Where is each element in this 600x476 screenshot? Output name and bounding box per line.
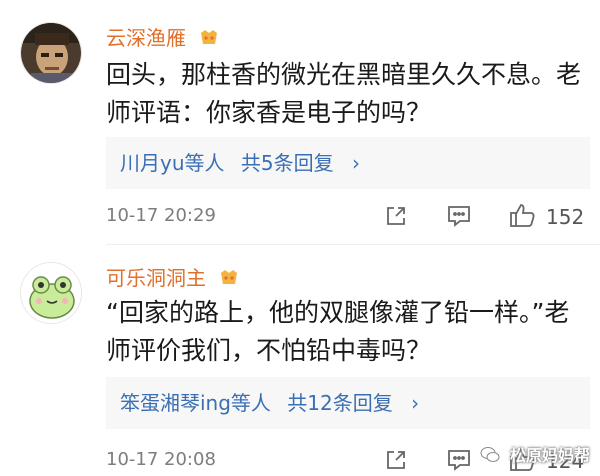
replies-preview[interactable]: 笨蛋湘琴ing等人 共12条回复 ›	[106, 377, 590, 429]
timestamp: 10-17 20:08	[106, 449, 216, 470]
reply-count: 共5条回复	[240, 151, 334, 175]
thumbs-up-icon[interactable]	[508, 202, 536, 232]
reply-users: 川月yu等人	[120, 151, 225, 175]
watermark: 松原妈妈帮	[480, 442, 590, 466]
replies-preview[interactable]: 川月yu等人 共5条回复 ›	[106, 137, 590, 189]
avatar[interactable]	[20, 22, 82, 84]
timestamp: 10-17 20:29	[106, 205, 216, 226]
comment-icon[interactable]	[446, 204, 472, 232]
vip-badge-icon	[201, 30, 218, 44]
share-icon[interactable]	[384, 204, 408, 232]
reply-count: 共12条回复	[287, 391, 393, 415]
username[interactable]: 云深渔雁	[106, 22, 219, 51]
share-icon[interactable]	[384, 448, 408, 476]
wechat-icon	[480, 447, 500, 462]
divider	[106, 244, 600, 245]
comment-text: 回头，那柱香的微光在黑暗里久久不息。老 师评语：你家香是电子的吗？	[106, 60, 582, 127]
avatar[interactable]	[20, 262, 82, 324]
chevron-right-icon: ›	[411, 391, 420, 415]
username[interactable]: 可乐洞洞主	[106, 262, 239, 291]
like-count: 152	[546, 205, 585, 229]
reply-users: 笨蛋湘琴ing等人	[120, 391, 271, 415]
vip-badge-icon	[221, 270, 238, 284]
comment-icon[interactable]	[446, 448, 472, 476]
chevron-right-icon: ›	[351, 151, 360, 175]
